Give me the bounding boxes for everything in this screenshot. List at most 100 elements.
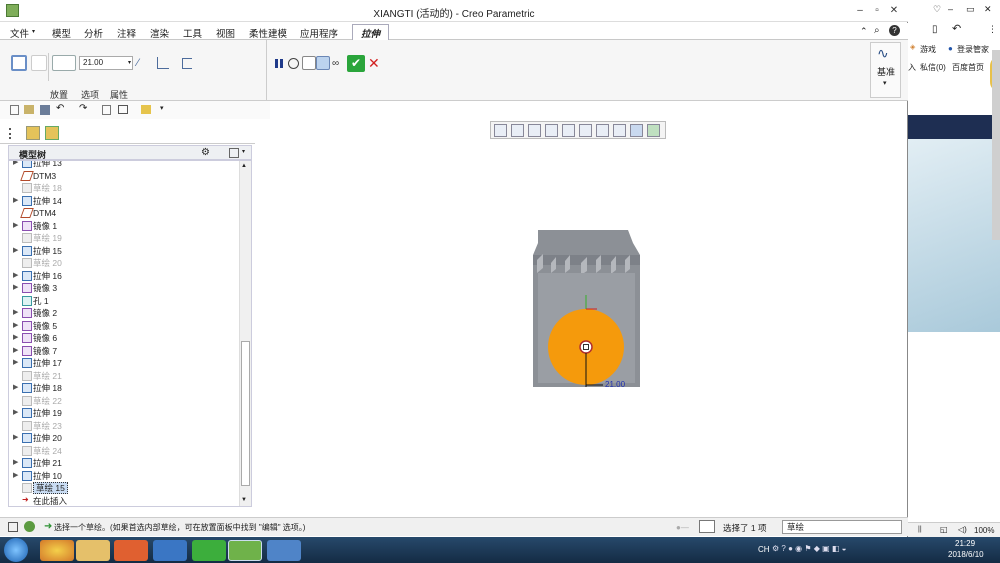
filter-select[interactable]: 草绘 — [782, 520, 902, 534]
menu-flexible-modeling[interactable]: 柔性建模 — [249, 26, 287, 40]
no-preview-icon[interactable] — [288, 58, 299, 69]
folder-icon[interactable] — [141, 105, 151, 114]
regenerate-icon[interactable] — [102, 105, 111, 115]
remove-material-icon[interactable] — [157, 57, 169, 69]
surface-extrude-icon[interactable] — [31, 55, 47, 71]
tab-properties[interactable]: 属性 — [110, 88, 128, 101]
menu-file[interactable]: 文件 — [10, 26, 29, 40]
menu-icon[interactable]: ♡ — [933, 4, 941, 15]
tree-row[interactable]: ▶ 镜像 5 — [9, 320, 239, 332]
depth-option-dropdown[interactable] — [52, 55, 76, 71]
redo-icon[interactable]: ↷ — [79, 103, 87, 114]
tree-row[interactable]: 草绘 19 — [9, 232, 239, 244]
download-icon[interactable]: ◱ — [940, 525, 948, 534]
tree-row[interactable]: ▶ 拉伸 16 — [9, 270, 239, 282]
model-tree-tab-icon[interactable] — [9, 128, 19, 139]
page-link-enter[interactable]: 入 — [908, 62, 916, 73]
selection-filter-icon[interactable] — [699, 520, 715, 533]
clock-time[interactable]: 21:29 — [955, 539, 975, 548]
tree-row[interactable]: ➜ 在此插入 — [9, 495, 239, 507]
tree-settings-icon[interactable]: ⚙ — [201, 147, 210, 158]
ribbon-collapse-icon[interactable]: ⌃ — [860, 26, 868, 37]
datum-display-icon[interactable] — [613, 124, 626, 137]
close-button[interactable]: ✕ — [984, 4, 992, 15]
tree-row[interactable]: ▶ 镜像 6 — [9, 332, 239, 344]
new-file-icon[interactable] — [10, 105, 19, 115]
input-language[interactable]: CH — [758, 545, 770, 554]
tree-row[interactable]: 草绘 22 — [9, 395, 239, 407]
tree-row[interactable]: ▶ 镜像 7 — [9, 345, 239, 357]
expand-arrow-icon[interactable]: ▶ — [13, 382, 18, 394]
tree-row[interactable]: ▶ 拉伸 13 — [9, 161, 239, 169]
saved-orientations-icon[interactable] — [579, 124, 592, 137]
phone-icon[interactable]: ▯ — [932, 24, 938, 35]
expand-arrow-icon[interactable]: ▶ — [13, 220, 18, 232]
menu-view[interactable]: 视图 — [216, 26, 235, 40]
ok-check-icon[interactable]: ✔ — [347, 55, 365, 72]
maximize-button[interactable]: ▫ — [871, 5, 883, 16]
tree-row[interactable]: ▶ 镜像 2 — [9, 307, 239, 319]
pause-icon[interactable] — [275, 59, 278, 68]
cancel-x-icon[interactable]: ✕ — [368, 55, 380, 72]
tree-row[interactable]: ▶ 镜像 3 — [9, 282, 239, 294]
refit-icon[interactable] — [494, 124, 507, 137]
tree-row[interactable]: DTM4 — [9, 207, 239, 219]
tree-row[interactable]: 草绘 21 — [9, 370, 239, 382]
tree-row[interactable]: ▶ 拉伸 18 — [9, 382, 239, 394]
verify-icon[interactable] — [316, 56, 330, 70]
scroll-up-icon[interactable]: ▲ — [241, 163, 247, 169]
browser-scrollbar[interactable] — [992, 50, 1000, 240]
menu-annotate[interactable]: 注释 — [117, 26, 136, 40]
zoom-out-icon[interactable] — [528, 124, 541, 137]
tree-row[interactable]: 草绘 18 — [9, 182, 239, 194]
clock-date[interactable]: 2018/6/10 — [948, 550, 984, 559]
tree-row[interactable]: ▶ 拉伸 15 — [9, 245, 239, 257]
tree-row[interactable]: ▶ 拉伸 17 — [9, 357, 239, 369]
menu-applications[interactable]: 应用程序 — [300, 26, 338, 40]
chevron-down-icon[interactable]: ▾ — [128, 57, 131, 69]
expand-arrow-icon[interactable]: ▶ — [13, 161, 18, 169]
tree-row[interactable]: 草绘 23 — [9, 420, 239, 432]
chevron-down-icon[interactable]: ▾ — [242, 148, 245, 155]
display-style-icon[interactable] — [562, 124, 575, 137]
tree-row[interactable]: ▶ 拉伸 19 — [9, 407, 239, 419]
tray-icons[interactable]: ⚙ ? ● ◉ ⚑ ◆ ▣ ◧ ◒ — [772, 544, 856, 556]
tree-row[interactable]: 孔 1 — [9, 295, 239, 307]
taskbar-browser-icon[interactable] — [40, 540, 74, 561]
close-button[interactable]: ✕ — [888, 5, 900, 16]
spin-center-icon[interactable] — [647, 124, 660, 137]
tree-row[interactable]: ▶ 镜像 1 — [9, 220, 239, 232]
expand-arrow-icon[interactable]: ▶ — [13, 245, 18, 257]
search-icon[interactable]: ⌕ — [874, 25, 880, 36]
file-dropdown-icon[interactable]: ▾ — [32, 28, 35, 35]
minimize-button[interactable]: – — [854, 5, 866, 16]
taskbar-360-icon[interactable] — [192, 540, 226, 561]
page-link-messages[interactable]: 私信(0) — [920, 62, 946, 73]
menu-model[interactable]: 模型 — [52, 26, 71, 40]
taskbar-baidu-icon[interactable] — [153, 540, 187, 561]
repaint-icon[interactable] — [545, 124, 558, 137]
expand-arrow-icon[interactable]: ▶ — [13, 345, 18, 357]
tree-scrollbar[interactable]: ▲ ▼ — [239, 161, 251, 506]
undo-icon[interactable]: ↶ — [952, 22, 961, 35]
toggle-navigator-icon[interactable] — [8, 522, 18, 532]
pause-icon[interactable]: || — [918, 526, 922, 533]
tree-row[interactable]: ▶ 拉伸 14 — [9, 195, 239, 207]
view-manager-icon[interactable] — [596, 124, 609, 137]
page-link-baidu-home[interactable]: 百度首页 — [952, 62, 984, 73]
more-icon[interactable]: ⋮ — [988, 24, 997, 35]
speaker-icon[interactable]: ◁) — [958, 525, 967, 534]
minimize-button[interactable]: – — [948, 4, 953, 14]
thicken-sketch-icon[interactable] — [182, 58, 192, 69]
menu-render[interactable]: 渲染 — [150, 26, 169, 40]
menu-analysis[interactable]: 分析 — [84, 26, 103, 40]
show-columns-icon[interactable] — [229, 148, 239, 158]
windows-icon[interactable] — [118, 105, 128, 114]
tree-row[interactable]: DTM3 — [9, 170, 239, 182]
tab-options[interactable]: 选项 — [81, 88, 99, 101]
customize-qat-icon[interactable]: ▾ — [160, 104, 164, 112]
tree-row[interactable]: ▶ 拉伸 20 — [9, 432, 239, 444]
scroll-thumb[interactable] — [241, 341, 250, 486]
scroll-down-icon[interactable]: ▼ — [241, 497, 247, 503]
tree-row[interactable]: 草绘 15 — [9, 482, 239, 494]
